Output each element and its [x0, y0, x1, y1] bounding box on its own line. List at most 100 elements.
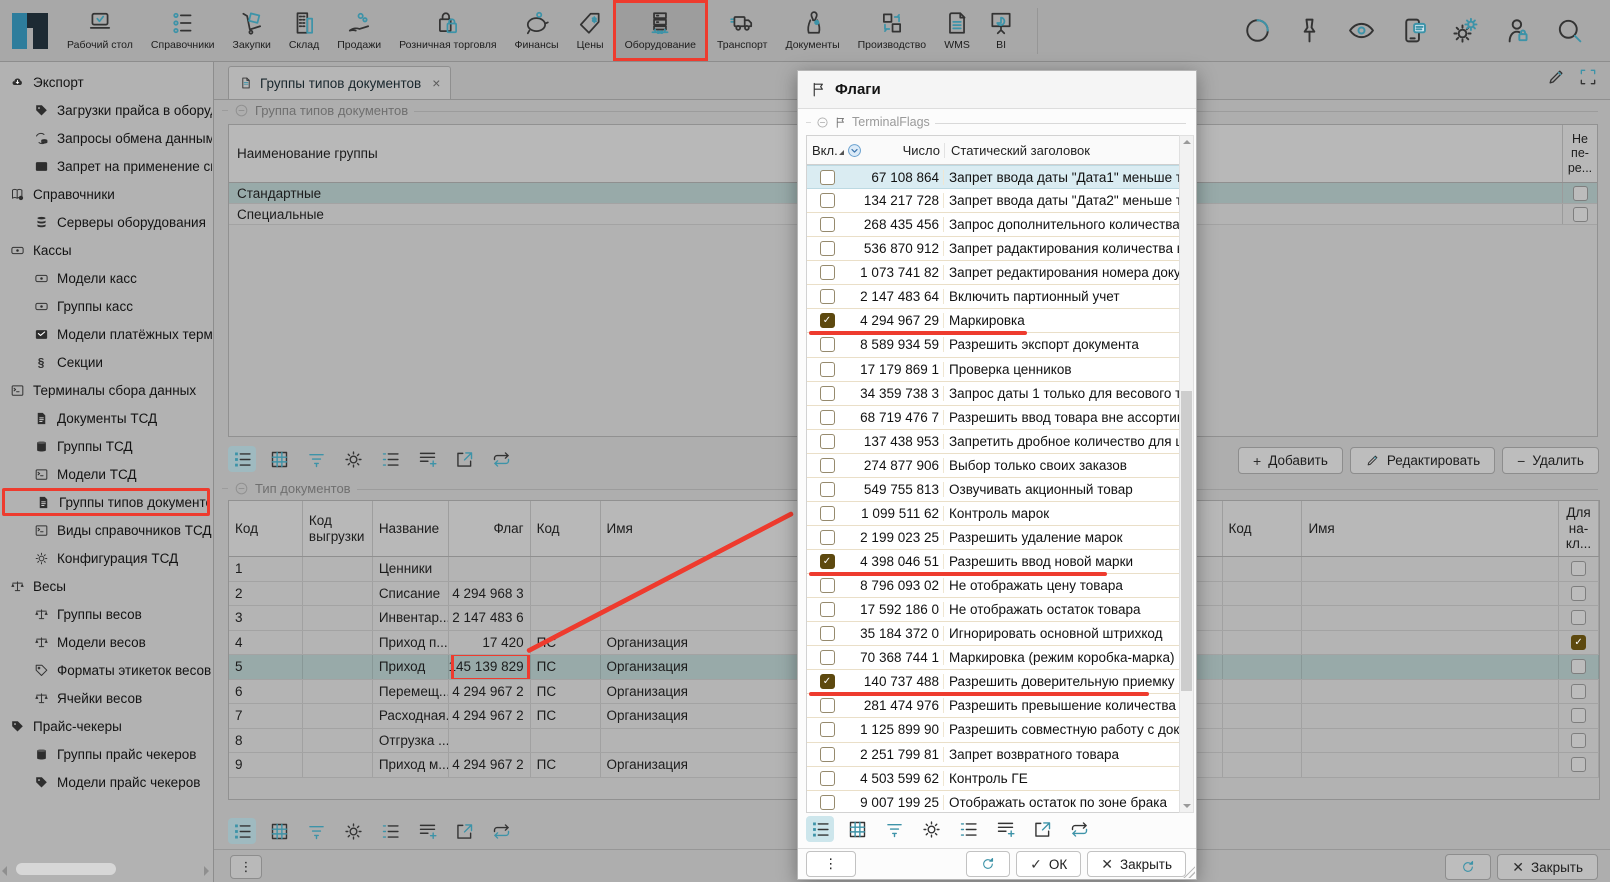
more-menu-button[interactable]: ⋮ — [230, 855, 262, 879]
scrollbar-thumb[interactable] — [1181, 391, 1192, 691]
checkbox[interactable]: ✓ — [820, 554, 835, 569]
edit-pencil-icon[interactable] — [1546, 67, 1566, 87]
checkbox[interactable] — [820, 771, 835, 786]
flag-row-23[interactable]: 281 474 976Разрешить превышение количест… — [807, 694, 1179, 718]
flag-row-27[interactable]: 9 007 199 25Отображать остаток по зоне б… — [807, 791, 1179, 813]
phone-chat-icon[interactable] — [1399, 16, 1428, 45]
sidebar-horizontal-scrollbar[interactable] — [0, 863, 211, 876]
grid-view-button[interactable] — [265, 446, 293, 472]
sidebar-item-10[interactable]: Модели платёжных термина — [0, 320, 212, 348]
expand-icon[interactable] — [1578, 67, 1598, 87]
sidebar-item-13[interactable]: Документы ТСД — [0, 404, 212, 432]
gears-icon[interactable] — [1451, 16, 1480, 45]
checkbox[interactable] — [820, 434, 835, 449]
refresh-button[interactable] — [966, 851, 1010, 877]
dialog-table-scrollbar[interactable] — [1179, 135, 1194, 813]
tab-document-type-groups[interactable]: Группы типов документов × — [228, 66, 451, 99]
refresh-list-button[interactable] — [1065, 816, 1093, 842]
column-header-8[interactable]: Имя — [1302, 501, 1559, 556]
flag-row-14[interactable]: 549 755 813Озвучивать акционный товар — [807, 478, 1179, 502]
flag-row-7[interactable]: ✓4 294 967 29Маркировка — [807, 309, 1179, 333]
column-header-1[interactable]: Код — [229, 501, 303, 556]
checkbox[interactable] — [820, 626, 835, 641]
sidebar-item-23[interactable]: Ячейки весов — [0, 684, 212, 712]
topbar-item-11[interactable]: Документы — [776, 0, 848, 61]
sidebar-item-6[interactable]: Серверы оборудования — [0, 208, 212, 236]
sidebar-item-17[interactable]: Виды справочников ТСД — [0, 516, 212, 544]
sidebar-item-4[interactable]: AdЗапрет на применение скидо — [0, 152, 212, 180]
numbered-list-button[interactable] — [376, 818, 404, 844]
sidebar-item-26[interactable]: Модели прайс чекеров — [0, 768, 212, 796]
add-list-button[interactable] — [413, 818, 441, 844]
numbered-list-button[interactable] — [954, 816, 982, 842]
scroll-down-icon[interactable] — [1183, 804, 1191, 808]
sidebar-item-16[interactable]: Группы типов документов — [2, 488, 210, 516]
column-header-enabled[interactable]: Вкл. — [807, 143, 847, 158]
collapse-minus-icon[interactable] — [234, 481, 249, 496]
checkbox[interactable] — [820, 795, 835, 810]
topbar-item-9[interactable]: Оборудование — [613, 0, 708, 61]
flag-row-3[interactable]: 268 435 456Запрос дополнительного количе… — [807, 213, 1179, 237]
sidebar-item-19[interactable]: Весы — [0, 572, 212, 600]
checkbox[interactable] — [820, 217, 835, 232]
topbar-item-10[interactable]: Транспорт — [708, 0, 777, 61]
add-button[interactable]: + Добавить — [1238, 447, 1343, 474]
open-window-button[interactable] — [450, 446, 478, 472]
checkbox[interactable] — [820, 458, 835, 473]
add-list-button[interactable] — [991, 816, 1019, 842]
add-list-button[interactable] — [413, 446, 441, 472]
more-menu-button[interactable]: ⋮ — [806, 851, 856, 877]
checkbox[interactable] — [820, 362, 835, 377]
sidebar-item-21[interactable]: Модели весов — [0, 628, 212, 656]
checkbox[interactable] — [820, 265, 835, 280]
sidebar-item-9[interactable]: Группы касс — [0, 292, 212, 320]
close-tab-icon[interactable]: × — [432, 75, 440, 91]
flag-row-11[interactable]: 68 719 476 7Разрешить ввод товара вне ас… — [807, 406, 1179, 430]
checkbox[interactable] — [820, 578, 835, 593]
sidebar-item-15[interactable]: Модели ТСД — [0, 460, 212, 488]
sidebar-item-20[interactable]: Группы весов — [0, 600, 212, 628]
flag-row-22[interactable]: ✓140 737 488Разрешить доверительную прие… — [807, 670, 1179, 694]
checkbox[interactable] — [820, 410, 835, 425]
checkbox[interactable] — [1573, 207, 1588, 222]
flag-row-2[interactable]: 134 217 728Запрет ввода даты "Дата2" мен… — [807, 189, 1179, 213]
sidebar-item-7[interactable]: Кассы — [0, 236, 212, 264]
checkbox[interactable] — [820, 530, 835, 545]
resize-grip[interactable] — [1183, 866, 1195, 878]
topbar-item-1[interactable]: Рабочий стол — [58, 0, 142, 61]
sidebar-item-12[interactable]: Терминалы сбора данных — [0, 376, 212, 404]
sidebar-item-14[interactable]: Группы ТСД — [0, 432, 212, 460]
flag-row-5[interactable]: 1 073 741 82Запрет редактирования номера… — [807, 261, 1179, 285]
close-window-button[interactable]: ✕ Закрыть — [1497, 854, 1598, 880]
sidebar-item-1[interactable]: Экспорт — [0, 68, 212, 96]
filter-button[interactable] — [302, 446, 330, 472]
grid-view-button[interactable] — [265, 818, 293, 844]
column-header-2[interactable]: Код выгрузки — [303, 501, 373, 556]
scroll-up-icon[interactable] — [1183, 140, 1191, 144]
checkbox[interactable] — [820, 386, 835, 401]
column-header-4[interactable]: Флаг — [449, 501, 531, 556]
checkbox[interactable] — [1571, 561, 1586, 576]
checkbox[interactable] — [1573, 186, 1588, 201]
gear-button[interactable] — [339, 446, 367, 472]
column-header-7[interactable]: Код — [1223, 501, 1303, 556]
flag-row-1[interactable]: 67 108 864Запрет ввода даты "Дата1" мень… — [807, 165, 1179, 189]
filter-button[interactable] — [880, 816, 908, 842]
column-header-number[interactable]: Число — [847, 143, 944, 158]
sidebar-item-5[interactable]: Справочники — [0, 180, 212, 208]
sidebar-item-18[interactable]: Конфигурация ТСД — [0, 544, 212, 572]
column-header-9[interactable]: Для на-кл... — [1559, 501, 1599, 556]
open-window-button[interactable] — [1028, 816, 1056, 842]
gear-button[interactable] — [339, 818, 367, 844]
checkbox[interactable] — [820, 482, 835, 497]
eye-icon[interactable] — [1347, 16, 1376, 45]
grid-view-button[interactable] — [843, 816, 871, 842]
flag-row-12[interactable]: 137 438 953Запретить дробное количество … — [807, 430, 1179, 454]
checkbox[interactable] — [820, 193, 835, 208]
user-lock-icon[interactable] — [1503, 16, 1532, 45]
flag-row-4[interactable]: 536 870 912Запрет радактирования количес… — [807, 237, 1179, 261]
sidebar-item-24[interactable]: Прайс-чекеры — [0, 712, 212, 740]
gear-button[interactable] — [917, 816, 945, 842]
topbar-item-8[interactable]: Цены — [568, 0, 613, 61]
topbar-item-2[interactable]: Справочники — [142, 0, 224, 61]
